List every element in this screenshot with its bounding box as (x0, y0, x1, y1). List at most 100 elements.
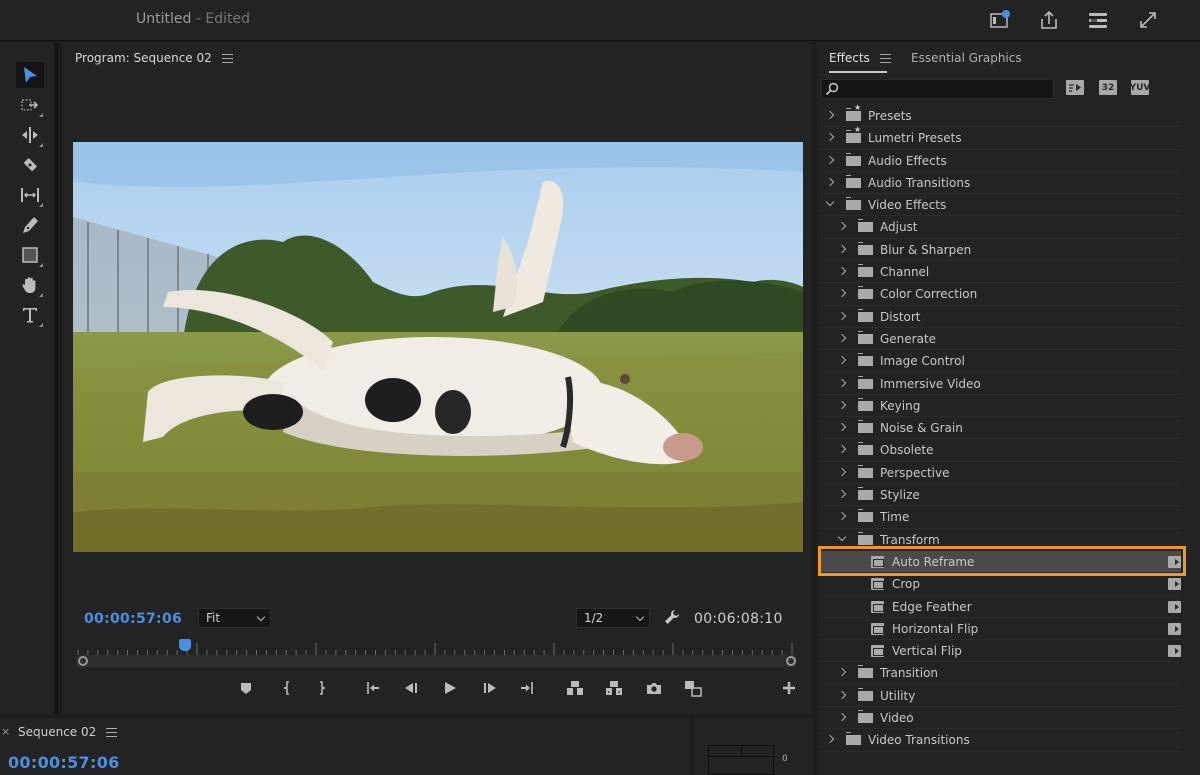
timeline-tab[interactable]: Sequence 02 (18, 725, 118, 739)
effects-search-input[interactable] (840, 81, 1050, 97)
go-to-in-button[interactable] (362, 678, 384, 698)
ripple-edit-tool[interactable] (16, 122, 44, 148)
folder-item-transition[interactable]: Transition (821, 662, 1181, 685)
lift-button[interactable] (564, 678, 586, 698)
effect-item-horizontal-flip[interactable]: Horizontal Flip (821, 618, 1181, 641)
chevron-right-icon[interactable] (837, 289, 847, 298)
yuv-filter-icon[interactable]: YUV (1130, 78, 1150, 95)
playback-resolution-select[interactable]: 1/2 (576, 608, 650, 628)
folder-item-generate[interactable]: Generate (821, 328, 1181, 351)
folder-item-video-effects[interactable]: Video Effects (821, 194, 1181, 217)
share-export-icon[interactable] (1038, 9, 1060, 31)
workspaces-menu-icon[interactable] (1087, 9, 1109, 31)
zoom-scrollbar[interactable] (76, 655, 796, 667)
folder-item-presets[interactable]: Presets (821, 103, 1181, 128)
effects-search-field[interactable] (821, 79, 1054, 99)
chevron-right-icon[interactable] (837, 333, 847, 343)
chevron-right-icon[interactable] (837, 378, 847, 387)
slip-tool[interactable] (16, 182, 44, 208)
zoom-level-select[interactable]: Fit (198, 608, 271, 628)
type-tool[interactable] (16, 302, 44, 328)
folder-item-video[interactable]: Video (821, 707, 1181, 730)
video-preview[interactable] (73, 142, 803, 552)
chevron-right-icon[interactable] (837, 512, 847, 521)
effect-item-vertical-flip[interactable]: Vertical Flip (821, 640, 1181, 663)
hand-tool[interactable] (16, 272, 44, 298)
step-back-button[interactable] (400, 678, 422, 698)
selection-tool[interactable] (16, 62, 44, 88)
chevron-right-icon[interactable] (837, 422, 847, 432)
add-marker-button[interactable] (235, 678, 257, 698)
panel-menu-icon[interactable] (879, 54, 891, 63)
step-forward-button[interactable] (479, 678, 501, 698)
effect-item-edge-feather[interactable]: Edge Feather (821, 596, 1181, 618)
chevron-right-icon[interactable] (837, 244, 847, 254)
folder-item-noise-grain[interactable]: Noise & Grain (821, 417, 1181, 440)
close-tab-icon[interactable]: × (1, 725, 10, 738)
current-timecode[interactable]: 00:00:57:06 (84, 611, 182, 627)
chevron-right-icon[interactable] (837, 356, 847, 365)
chevron-right-icon[interactable] (825, 110, 835, 120)
play-button[interactable] (439, 678, 461, 698)
chevron-right-icon[interactable] (825, 155, 835, 164)
folder-item-video-transitions[interactable]: Video Transitions (821, 729, 1181, 752)
tab-essential-graphics[interactable]: Essential Graphics (911, 51, 1022, 65)
button-editor-button[interactable] (778, 678, 800, 698)
folder-item-time[interactable]: Time (821, 506, 1181, 529)
accelerated-effects-filter-icon[interactable] (1066, 78, 1084, 95)
folder-item-immersive-video[interactable]: Immersive Video (821, 373, 1181, 395)
chevron-right-icon[interactable] (837, 467, 847, 476)
chevron-right-icon[interactable] (837, 690, 847, 699)
chevron-right-icon[interactable] (837, 712, 847, 722)
scrollbar-left-handle[interactable] (78, 656, 88, 666)
chevron-down-icon[interactable] (825, 197, 835, 207)
folder-item-perspective[interactable]: Perspective (821, 462, 1181, 485)
folder-item-transform[interactable]: Transform (821, 529, 1181, 551)
comparison-view-button[interactable] (682, 678, 704, 698)
panel-menu-icon[interactable] (221, 54, 233, 63)
fullscreen-icon[interactable] (1137, 9, 1159, 31)
timeline-timecode[interactable]: 00:00:57:06 (8, 753, 120, 772)
chevron-right-icon[interactable] (837, 222, 847, 231)
chevron-right-icon[interactable] (837, 311, 847, 320)
folder-item-utility[interactable]: Utility (821, 685, 1181, 708)
panel-menu-icon[interactable] (106, 728, 118, 737)
folder-item-keying[interactable]: Keying (821, 395, 1181, 418)
mark-in-button[interactable] (276, 678, 298, 698)
track-select-forward-tool[interactable] (16, 92, 44, 118)
chevron-right-icon[interactable] (837, 445, 847, 454)
folder-item-channel[interactable]: Channel (821, 261, 1181, 284)
rectangle-tool[interactable] (16, 242, 44, 268)
tab-effects[interactable]: Effects (829, 51, 891, 65)
razor-tool[interactable] (16, 152, 44, 178)
chevron-right-icon[interactable] (825, 735, 835, 744)
effect-item-auto-reframe[interactable]: Auto Reframe (821, 550, 1181, 574)
go-to-out-button[interactable] (516, 678, 538, 698)
mark-out-button[interactable] (311, 678, 333, 698)
chevron-right-icon[interactable] (837, 400, 847, 410)
folder-item-audio-effects[interactable]: Audio Effects (821, 150, 1181, 172)
extract-button[interactable] (603, 678, 625, 698)
folder-item-stylize[interactable]: Stylize (821, 484, 1181, 507)
folder-item-distort[interactable]: Distort (821, 306, 1181, 328)
32-bit-filter-icon[interactable]: 32 (1099, 78, 1117, 95)
scrollbar-right-handle[interactable] (786, 656, 796, 666)
settings-wrench-icon[interactable] (663, 608, 681, 626)
folder-item-image-control[interactable]: Image Control (821, 350, 1181, 373)
folder-item-blur-sharpen[interactable]: Blur & Sharpen (821, 239, 1181, 262)
folder-item-color-correction[interactable]: Color Correction (821, 283, 1181, 306)
chevron-right-icon[interactable] (837, 266, 847, 276)
folder-item-adjust[interactable]: Adjust (821, 216, 1181, 239)
chevron-down-icon[interactable] (837, 532, 847, 541)
chevron-right-icon[interactable] (837, 489, 847, 499)
folder-item-lumetri-presets[interactable]: Lumetri Presets (821, 125, 1181, 150)
folder-item-audio-transitions[interactable]: Audio Transitions (821, 172, 1181, 195)
effect-item-crop[interactable]: Crop (821, 573, 1181, 596)
chevron-right-icon[interactable] (825, 177, 835, 187)
playhead[interactable] (179, 639, 192, 651)
pen-tool[interactable] (16, 212, 44, 238)
quick-export-notification-icon[interactable] (989, 9, 1011, 31)
export-frame-button[interactable] (643, 678, 665, 698)
chevron-right-icon[interactable] (825, 133, 835, 142)
folder-item-obsolete[interactable]: Obsolete (821, 439, 1181, 462)
